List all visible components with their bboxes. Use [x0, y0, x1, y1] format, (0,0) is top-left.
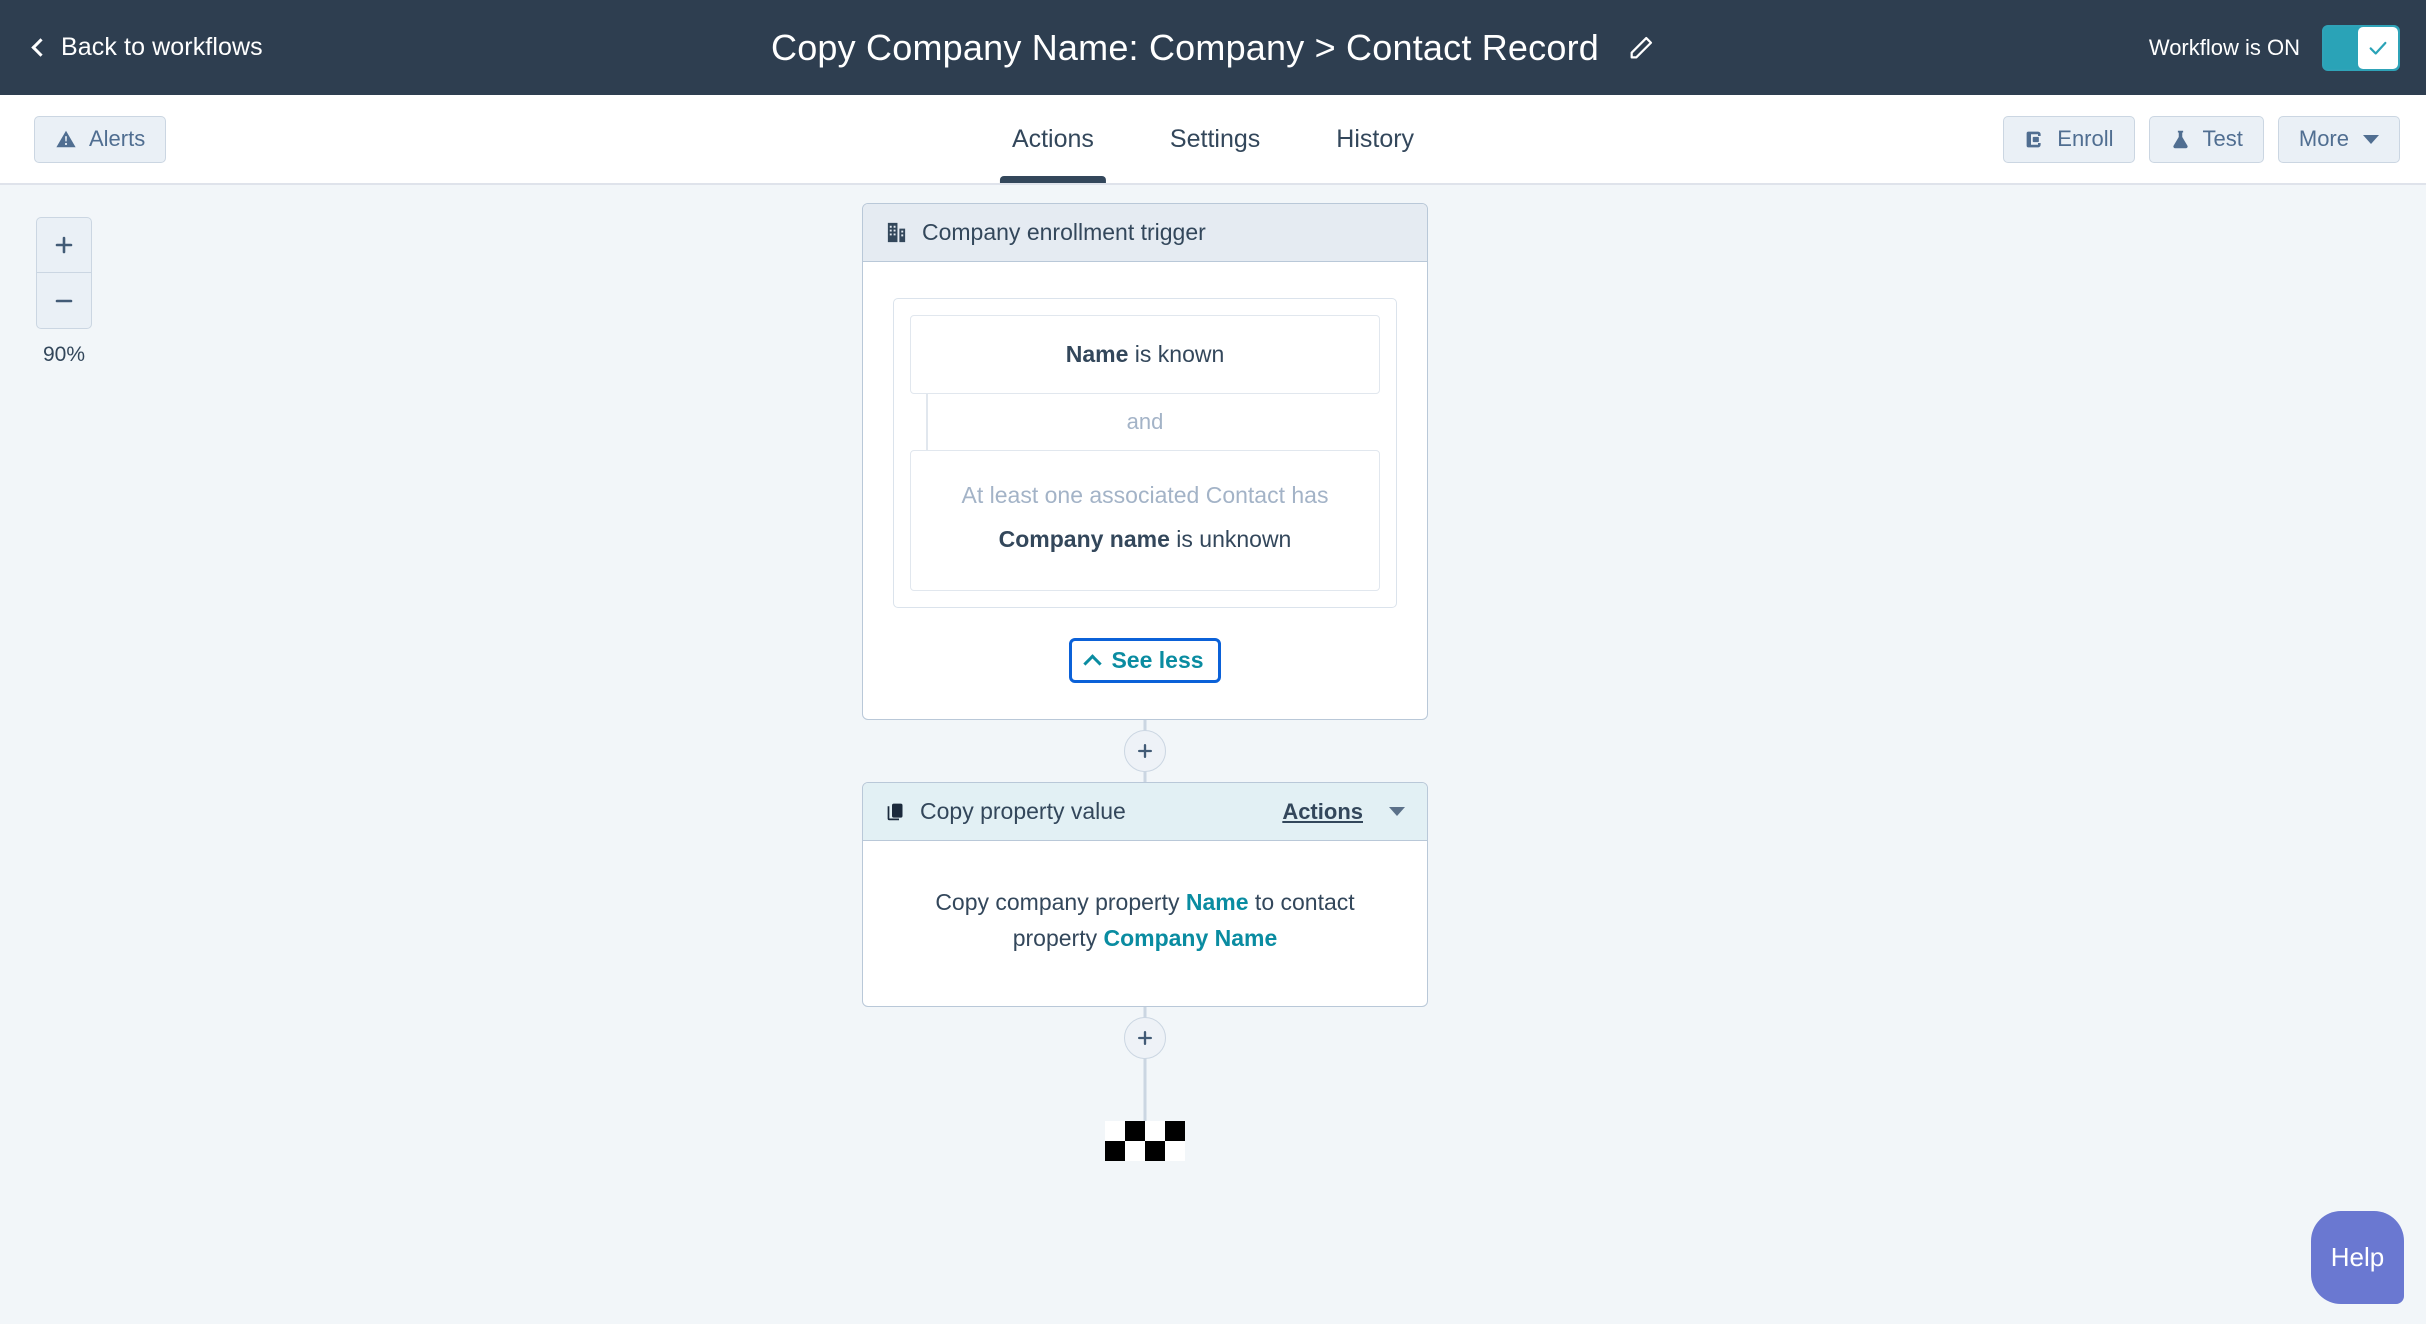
warning-triangle-icon — [55, 128, 77, 150]
desc-prefix: Copy company property — [935, 889, 1186, 915]
help-button[interactable]: Help — [2311, 1211, 2404, 1304]
copy-property-value-header: Copy property value Actions — [863, 783, 1427, 841]
workflow-on-off-toggle[interactable] — [2322, 25, 2400, 71]
tab-actions[interactable]: Actions — [974, 95, 1132, 183]
enrollment-trigger-body: Name is known and At least one associate… — [863, 262, 1427, 719]
filter-operator-label: and — [1127, 409, 1164, 435]
chevron-left-icon — [31, 38, 49, 56]
help-label: Help — [2331, 1242, 2384, 1273]
filter-1-property: Name — [1066, 341, 1129, 367]
test-button[interactable]: Test — [2149, 116, 2264, 163]
copy-property-value-body: Copy company property Name to contact pr… — [863, 841, 1427, 1006]
tab-history[interactable]: History — [1298, 95, 1452, 183]
caret-down-icon — [2363, 135, 2379, 144]
test-label: Test — [2203, 126, 2243, 152]
page-title: Copy Company Name: Company > Contact Rec… — [771, 27, 1599, 69]
zoom-controls: 90% — [36, 217, 92, 367]
see-less-label: See less — [1111, 647, 1203, 674]
tab-settings-label: Settings — [1170, 125, 1260, 154]
add-action-button-1[interactable] — [1124, 730, 1166, 772]
card-actions-menu[interactable]: Actions — [1282, 799, 1363, 825]
top-bar: Back to workflows Copy Company Name: Com… — [0, 0, 2426, 95]
more-label: More — [2299, 126, 2349, 152]
filter-condition-2[interactable]: At least one associated Contact has Comp… — [910, 450, 1380, 591]
nav-actions-group: Enroll Test More — [2003, 116, 2400, 163]
enrollment-trigger-header: Company enrollment trigger — [863, 204, 1427, 262]
caret-down-icon[interactable] — [1389, 807, 1405, 816]
filter-group: Name is known and At least one associate… — [893, 298, 1397, 608]
check-icon — [2367, 37, 2389, 59]
enrollment-trigger-card[interactable]: Company enrollment trigger Name is known… — [862, 203, 1428, 720]
connector-line-3 — [1144, 1069, 1147, 1121]
toggle-knob — [2358, 27, 2398, 69]
workflow-flow: Company enrollment trigger Name is known… — [862, 203, 1428, 1161]
source-property[interactable]: Name — [1186, 889, 1249, 915]
tab-actions-label: Actions — [1012, 125, 1094, 154]
plus-icon — [1135, 1028, 1155, 1048]
toggle-track — [2324, 27, 2358, 69]
more-button[interactable]: More — [2278, 116, 2400, 163]
workflow-canvas[interactable]: 90% Company enrollment trigger Name is k… — [0, 185, 2426, 1324]
checkered-flag-icon — [1105, 1121, 1185, 1161]
chevron-up-icon — [1084, 654, 1102, 672]
back-to-workflows-link[interactable]: Back to workflows — [34, 33, 263, 62]
plus-icon — [1135, 741, 1155, 761]
tab-history-label: History — [1336, 125, 1414, 154]
pencil-icon[interactable] — [1627, 34, 1655, 62]
company-building-icon — [885, 221, 908, 244]
minus-icon — [52, 289, 76, 313]
filter-2-property: Company name — [999, 526, 1170, 552]
plus-icon — [52, 233, 76, 257]
see-less-wrap: See less — [893, 638, 1397, 683]
zoom-percent-label: 90% — [36, 343, 92, 367]
secondary-nav-bar: Alerts Actions Settings History Enroll T… — [0, 95, 2426, 185]
add-action-button-2[interactable] — [1124, 1017, 1166, 1059]
back-to-workflows-label: Back to workflows — [61, 33, 263, 62]
workflow-title-group: Copy Company Name: Company > Contact Rec… — [771, 27, 1655, 69]
connector-2 — [862, 1007, 1428, 1069]
tab-bar: Actions Settings History — [974, 95, 1452, 183]
see-less-button[interactable]: See less — [1069, 638, 1220, 683]
copy-property-description: Copy company property Name to contact pr… — [893, 881, 1397, 962]
filter-1-operator: is known — [1128, 341, 1224, 367]
alerts-label: Alerts — [89, 126, 145, 152]
zoom-out-button[interactable] — [36, 273, 92, 329]
enroll-icon — [2024, 129, 2045, 150]
enroll-label: Enroll — [2057, 126, 2113, 152]
workflow-toggle-group: Workflow is ON — [2149, 25, 2400, 71]
connector-3 — [862, 1069, 1428, 1121]
connector-1 — [862, 720, 1428, 782]
filter-2-operator: is unknown — [1170, 526, 1291, 552]
alerts-button[interactable]: Alerts — [34, 116, 166, 163]
enroll-button[interactable]: Enroll — [2003, 116, 2134, 163]
filter-2-prefix: At least one associated Contact has — [929, 479, 1361, 512]
copy-property-value-card[interactable]: Copy property value Actions Copy company… — [862, 782, 1428, 1007]
filter-condition-1[interactable]: Name is known — [910, 315, 1380, 394]
target-property[interactable]: Company Name — [1103, 925, 1277, 951]
tab-settings[interactable]: Settings — [1132, 95, 1298, 183]
copy-property-value-title: Copy property value — [920, 798, 1126, 825]
filter-operator-and: and — [910, 394, 1380, 450]
flask-icon — [2170, 129, 2191, 150]
workflow-status-label: Workflow is ON — [2149, 35, 2300, 61]
zoom-in-button[interactable] — [36, 217, 92, 273]
copy-icon — [885, 801, 906, 822]
enrollment-trigger-title: Company enrollment trigger — [922, 219, 1206, 246]
